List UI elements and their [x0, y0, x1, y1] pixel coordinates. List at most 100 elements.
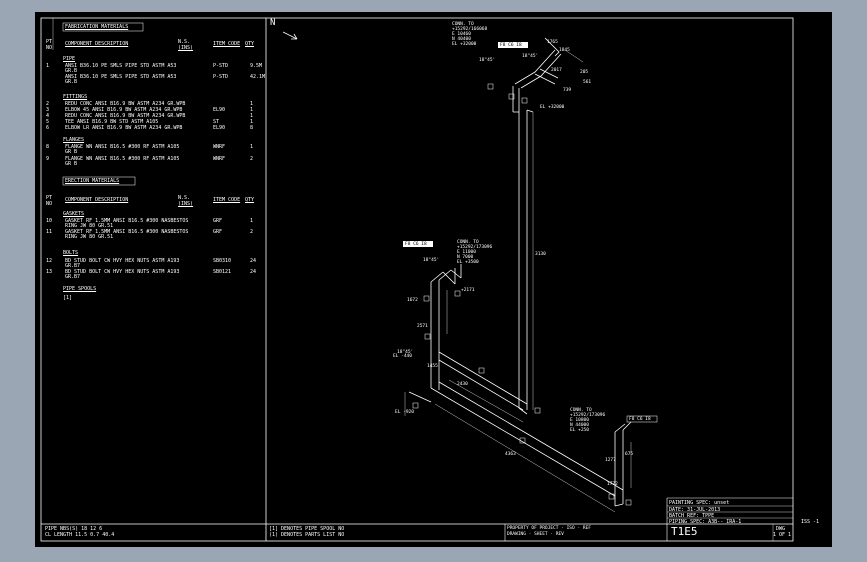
dimension-label: 3130: [535, 252, 546, 257]
bom-row-number: 11: [46, 229, 53, 235]
bom-row-description-2: GR.B: [65, 79, 78, 85]
fabrication-title: FABRICATION MATERIALS: [65, 24, 129, 30]
conn_top-line: EL +32000: [452, 42, 477, 47]
bom-row-description-2: GR B: [65, 149, 78, 155]
conn_bot-line: EL +250: [570, 428, 589, 433]
bom-row-description: ELBOW LR ANSI B16.9 BW ASTM A234 GR.WPB: [65, 125, 183, 131]
drawing-frame: PT NO FABRICATION MATERIALS COMPONENT DE…: [35, 12, 832, 547]
dimension-label: 1765: [547, 40, 558, 45]
bom-header-no-2: NO: [46, 201, 53, 207]
bom-row-qty: 8: [250, 125, 254, 131]
bom-row-qty: 1: [250, 218, 254, 224]
dimension-label: 4363: [505, 452, 516, 457]
bom-row-number: 9: [46, 156, 50, 162]
isometric-drawing: [40, 17, 794, 542]
col-qty-2: QTY: [245, 197, 255, 203]
bom-row-qty: 1: [250, 144, 254, 150]
bom-row-item-code: GRF: [213, 218, 223, 224]
piping-spec: PIPING SPEC: A3B-- IRA-1: [669, 519, 742, 525]
bom-row-description-2: RING JW 80 GR.51: [65, 234, 114, 240]
dimension-label: 1277: [605, 458, 616, 463]
north-label: N: [270, 18, 276, 28]
dimension-label: 1845: [559, 48, 570, 53]
bom-row-description-2: GR B: [65, 161, 78, 167]
tag-top: F8 C6 I8: [500, 43, 522, 48]
col-item-code-2: ITEM CODE: [213, 197, 241, 203]
dimension-label: 1672: [407, 298, 418, 303]
dimension-label: 739: [563, 88, 572, 93]
spools-section-title: PIPE SPOOLS: [63, 286, 97, 292]
elevation-label: EL +32000: [540, 105, 565, 110]
gaskets-section-title: GASKETS: [63, 211, 85, 217]
col-ns-unit: (INS): [178, 45, 194, 51]
dimension-label: 675: [625, 452, 634, 457]
bom-row-description: ANSI B36.10 PE SMLS PIPE STD ASTM A53: [65, 63, 177, 69]
bom-header-no: NO: [46, 45, 53, 51]
col-description: COMPONENT DESCRIPTION: [65, 41, 129, 47]
flanges-section-title: FLANGES: [63, 137, 85, 143]
bom-row-number: 10: [46, 218, 53, 224]
bom-row-item-code: SB0121: [213, 269, 232, 275]
bend-label: 18"45': [522, 54, 539, 59]
bom-row-number: 12: [46, 258, 53, 264]
painting-spec: PAINTING SPEC: unset: [669, 500, 730, 506]
bom-row-description: BD STUD BOLT CW HVY HEX NUTS ASTM A193: [65, 269, 180, 275]
bom-row-item-code: SB0310: [213, 258, 232, 264]
dimension-label: 2571: [417, 324, 428, 329]
col-item-code: ITEM CODE: [213, 41, 241, 47]
bom-row-qty: 2: [250, 229, 254, 235]
fittings-section-title: FITTINGS: [63, 94, 88, 100]
sheet-count: 1 OF 1: [773, 532, 792, 538]
drawing-number: T1E5: [671, 525, 698, 538]
tag-mid: F8 C6 I8: [405, 242, 427, 247]
erection-title: ERECTION MATERIALS: [65, 178, 120, 184]
bend-label: 18"45': [479, 58, 496, 63]
bom-row-qty: 2: [250, 156, 254, 162]
bom-row-item-code: WNRF: [213, 156, 226, 162]
pipe-section-title: PIPE: [63, 56, 76, 62]
north-arrow-icon: [282, 31, 298, 40]
bom-row-number: 6: [46, 125, 50, 131]
bom-row-qty: 24: [250, 258, 257, 264]
bom-row-item-code: EL90: [213, 125, 226, 131]
bom-row-number: 8: [46, 144, 50, 150]
bom-row-qty: 42.1M: [250, 74, 266, 80]
bom-row-description: BD STUD BOLT CW HVY HEX NUTS ASTM A193: [65, 258, 180, 264]
dimension-label: 1455: [427, 364, 438, 369]
dimension-label: 2430: [457, 382, 468, 387]
dimension-label: 1772: [607, 482, 618, 487]
dimension-label: 2017: [551, 68, 562, 73]
bom-row-qty: 24: [250, 269, 257, 275]
footer-note-parts: (1) DENOTES PARTS LIST NO: [269, 532, 345, 538]
bom-row-number: 13: [46, 269, 53, 275]
col-ns-unit-2: (INS): [178, 201, 194, 207]
bom-row-description: FLANGE WN ANSI B16.5 #300 RF ASTM A105: [65, 156, 180, 162]
bom-row-item-code: EL90: [213, 107, 226, 113]
bend-label: 18"45': [397, 350, 414, 355]
pipe-route: [408, 37, 632, 507]
bom-row-description-2: GR.B7: [65, 274, 81, 280]
elevation-label: +2171: [461, 288, 475, 293]
bom-row-number: 1: [46, 63, 50, 69]
col-qty: QTY: [245, 41, 255, 47]
col-description-2: COMPONENT DESCRIPTION: [65, 197, 129, 203]
bolts-section-title: BOLTS: [63, 250, 79, 256]
bom-row-description: FLANGE WN ANSI B16.5 #300 RF ASTM A105: [65, 144, 180, 150]
bom-row-item-code: GRF: [213, 229, 223, 235]
bom-row-item-code: P-STD: [213, 63, 229, 69]
tag-bot: F8 C6 I8: [629, 417, 651, 422]
title-strip-2: DRAWING · SHEET · REV: [507, 532, 564, 537]
bom-row-description: ANSI B36.10 PE SMLS PIPE STD ASTM A53: [65, 74, 177, 80]
bend-label: 18"45': [423, 258, 440, 263]
outer-border: [40, 17, 794, 542]
elevation-label: EL -920: [395, 410, 414, 415]
dimension-label: 205: [580, 70, 589, 75]
spool-marker: [1]: [63, 295, 73, 301]
issue-number: ISS -1: [801, 519, 820, 525]
footer-cl-length: CL LENGTH 11.5 0.7 40.4: [45, 532, 115, 538]
dimension-label: 561: [583, 80, 592, 85]
conn_mid-line: EL +3500: [457, 260, 479, 265]
bom-row-item-code: P-STD: [213, 74, 229, 80]
bom-row-qty: 9.5M: [250, 63, 263, 69]
bom-row-item-code: WNRF: [213, 144, 226, 150]
